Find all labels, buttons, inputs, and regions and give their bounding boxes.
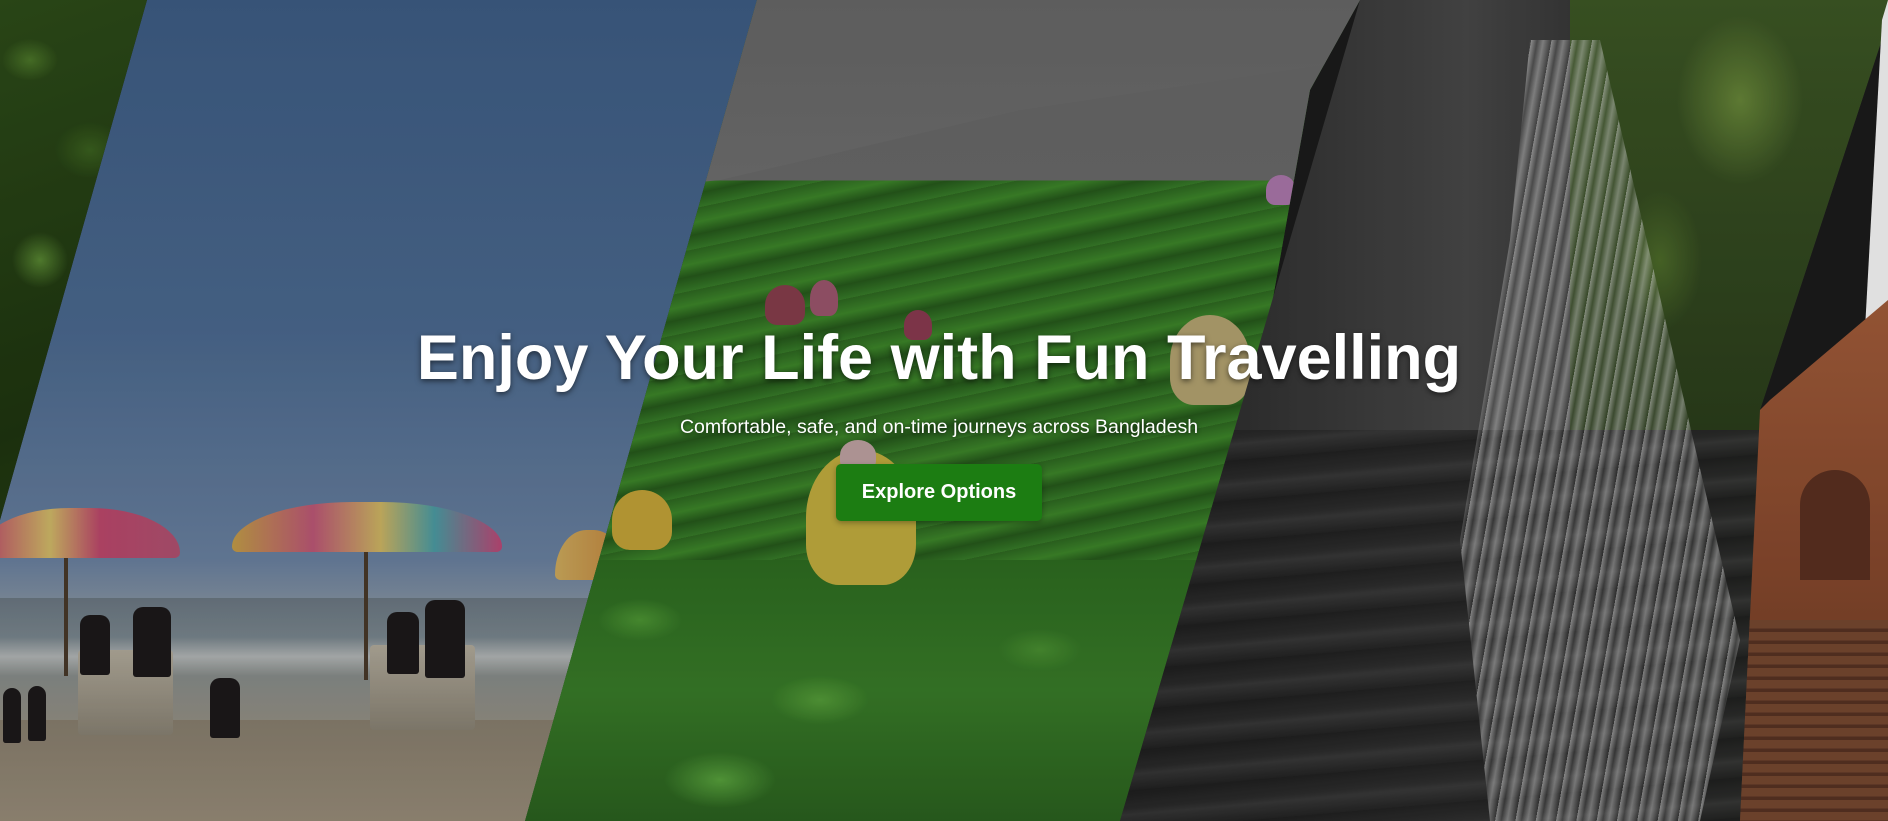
hero-title: Enjoy Your Life with Fun Travelling [416,323,1462,393]
hero-content: Enjoy Your Life with Fun Travelling Comf… [0,318,1878,521]
hero-subtitle: Comfortable, safe, and on-time journeys … [679,416,1199,438]
hero-section: Enjoy Your Life with Fun Travelling Comf… [0,0,1888,821]
explore-options-button[interactable]: Explore Options [835,464,1043,521]
